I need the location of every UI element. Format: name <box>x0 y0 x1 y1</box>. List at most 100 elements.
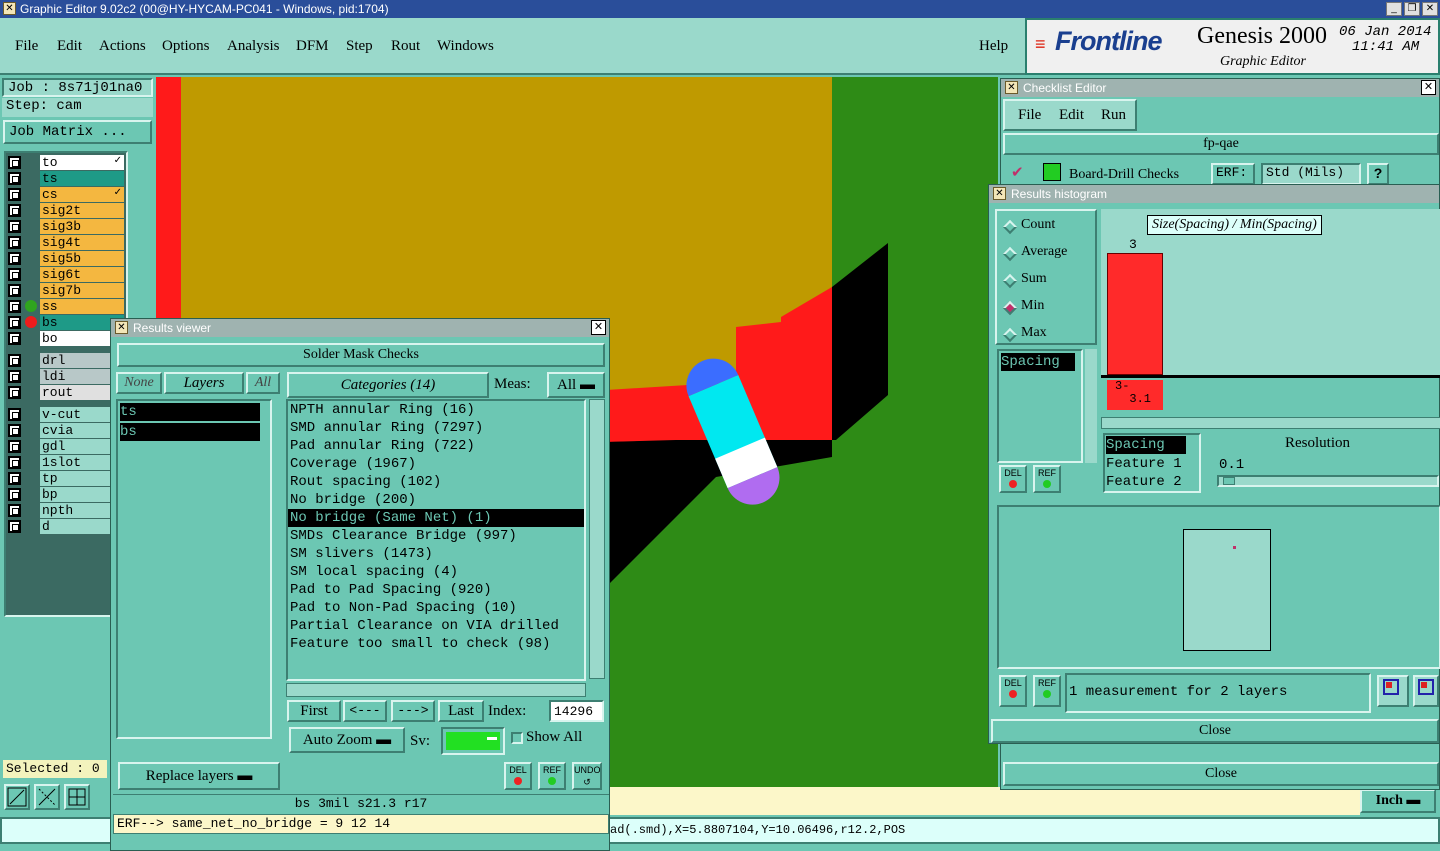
layer-row[interactable]: sig7b <box>8 283 124 299</box>
auto-zoom-select[interactable]: Auto Zoom ▬ <box>289 727 405 753</box>
category-item[interactable]: Pad to Pad Spacing (920) <box>288 581 584 599</box>
category-item[interactable]: SMDs Clearance Bridge (997) <box>288 527 584 545</box>
menu-analysis[interactable]: Analysis <box>227 38 280 55</box>
layer-row[interactable]: rout <box>8 385 124 401</box>
category-item[interactable]: No bridge (200) <box>288 491 584 509</box>
replace-layers-select[interactable]: Replace layers ▬ <box>118 762 280 790</box>
ref-icon[interactable]: REF <box>1033 675 1061 707</box>
pan-window-icon[interactable] <box>1413 675 1439 707</box>
job-matrix-button[interactable]: Job Matrix ... <box>3 120 152 144</box>
layer-checkbox[interactable] <box>8 370 21 383</box>
layer-row[interactable]: gdl <box>8 439 124 455</box>
layers-list[interactable]: ts bs <box>116 399 272 739</box>
list-item[interactable]: Spacing <box>1106 436 1186 454</box>
del-icon[interactable]: DEL <box>999 465 1027 493</box>
next-button[interactable]: ---> <box>391 700 435 722</box>
window-menu-icon[interactable]: ✕ <box>1005 81 1018 94</box>
category-item[interactable]: Pad annular Ring (722) <box>288 437 584 455</box>
category-item[interactable]: SMD annular Ring (7297) <box>288 419 584 437</box>
layer-row[interactable]: drl <box>8 353 124 369</box>
histogram-bar[interactable] <box>1107 253 1163 375</box>
zoom-window-icon[interactable] <box>1377 675 1409 707</box>
layer-row[interactable]: sig5b <box>8 251 124 267</box>
layer-row[interactable]: bs <box>8 315 124 331</box>
help-icon[interactable]: ? <box>1367 163 1389 185</box>
menu-run[interactable]: Run <box>1101 107 1126 124</box>
layer-checkbox[interactable] <box>8 236 21 249</box>
checklist-close-button[interactable]: Close <box>1003 762 1439 786</box>
layer-row[interactable]: sig2t <box>8 203 124 219</box>
layer-row[interactable]: ldi <box>8 369 124 385</box>
layer-checkbox[interactable] <box>8 504 21 517</box>
layer-checkbox[interactable] <box>8 520 21 533</box>
menu-help[interactable]: Help <box>979 38 1008 55</box>
category-item[interactable]: Feature too small to check (98) <box>288 635 584 653</box>
zoom-fit-icon[interactable] <box>4 784 30 810</box>
list-item[interactable]: Feature 1 <box>1105 455 1199 473</box>
data-list-scroll[interactable] <box>1085 349 1097 463</box>
layer-checkbox[interactable] <box>8 440 21 453</box>
layer-checkbox[interactable] <box>8 472 21 485</box>
menu-dfm[interactable]: DFM <box>296 38 329 55</box>
unit-select[interactable]: Inch ▬ <box>1360 789 1436 813</box>
menu-file[interactable]: File <box>1018 107 1041 124</box>
layer-checkbox[interactable] <box>8 220 21 233</box>
layer-checkbox[interactable] <box>8 156 21 169</box>
menu-edit[interactable]: Edit <box>1059 107 1084 124</box>
layer-row[interactable]: 1slot <box>8 455 124 471</box>
del-icon[interactable]: DEL <box>999 675 1027 707</box>
category-item[interactable]: Rout spacing (102) <box>288 473 584 491</box>
category-item[interactable]: SM slivers (1473) <box>288 545 584 563</box>
category-item[interactable]: NPTH annular Ring (16) <box>288 401 584 419</box>
layer-row[interactable]: d <box>8 519 124 535</box>
index-input[interactable] <box>549 700 604 722</box>
chart-hscrollbar[interactable] <box>1101 417 1440 429</box>
categories-list[interactable]: NPTH annular Ring (16) SMD annular Ring (… <box>286 399 586 681</box>
layer-row[interactable]: ss <box>8 299 124 315</box>
layer-checkbox[interactable] <box>8 284 21 297</box>
layer-row[interactable]: npth <box>8 503 124 519</box>
undo-icon[interactable]: UNDO ↺ <box>572 762 602 790</box>
mode-min-radio[interactable] <box>1002 300 1018 316</box>
ref-icon[interactable]: REF <box>538 762 566 790</box>
show-all-checkbox[interactable] <box>511 732 523 744</box>
layer-row[interactable]: ts <box>8 171 124 187</box>
window-menu-icon[interactable]: ✕ <box>993 187 1006 200</box>
layer-checkbox[interactable] <box>8 316 21 329</box>
layer-row[interactable]: v-cut <box>8 407 124 423</box>
layers-all-button[interactable]: All <box>246 372 280 394</box>
menu-windows[interactable]: Windows <box>437 38 494 55</box>
category-item[interactable]: Coverage (1967) <box>288 455 584 473</box>
layer-row[interactable]: tp <box>8 471 124 487</box>
window-menu-icon[interactable]: ✕ <box>115 321 128 334</box>
grid-icon[interactable] <box>64 784 90 810</box>
histogram-close-button[interactable]: Close <box>991 719 1439 743</box>
layer-checkbox[interactable] <box>8 252 21 265</box>
layer-row[interactable]: to ✓ <box>8 155 124 171</box>
mode-max-radio[interactable] <box>1002 327 1018 343</box>
layer-row[interactable]: sig4t <box>8 235 124 251</box>
menu-rout[interactable]: Rout <box>391 38 420 55</box>
layer-checkbox[interactable] <box>8 386 21 399</box>
menu-actions[interactable]: Actions <box>99 38 146 55</box>
measure-icon[interactable] <box>34 784 60 810</box>
layer-checkbox[interactable] <box>8 300 21 313</box>
layer-checkbox[interactable] <box>8 456 21 469</box>
layers-none-button[interactable]: None <box>116 372 162 394</box>
prev-button[interactable]: <--- <box>343 700 387 722</box>
mode-sum-radio[interactable] <box>1002 273 1018 289</box>
layer-row[interactable]: bp <box>8 487 124 503</box>
data-list[interactable]: Spacing <box>997 349 1083 463</box>
checklist-row[interactable]: ✔ Board-Drill Checks ERF: Std (Mils) ? <box>1003 159 1439 185</box>
close-icon[interactable]: ✕ <box>1422 2 1438 16</box>
category-item[interactable]: No bridge (Same Net) (1) <box>288 509 584 527</box>
layer-checkbox[interactable] <box>8 332 21 345</box>
mode-average-radio[interactable] <box>1002 246 1018 262</box>
first-button[interactable]: First <box>287 700 341 722</box>
close-icon[interactable]: ✕ <box>591 320 606 335</box>
categories-scrollbar[interactable] <box>589 399 605 679</box>
layer-row[interactable]: cs ✓ <box>8 187 124 203</box>
menu-options[interactable]: Options <box>162 38 210 55</box>
layer-checkbox[interactable] <box>8 488 21 501</box>
layer-row[interactable]: cvia <box>8 423 124 439</box>
